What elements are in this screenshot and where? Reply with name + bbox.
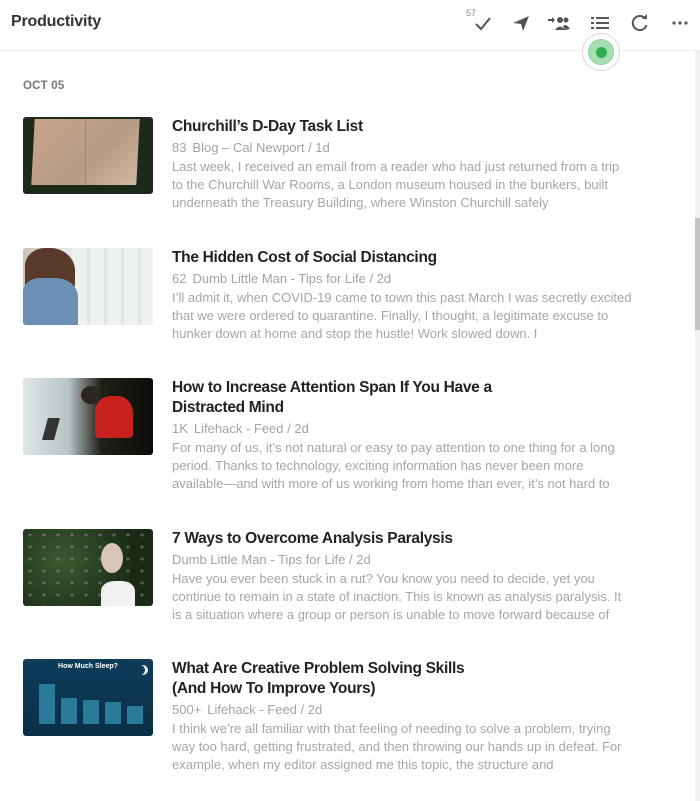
page-title: Productivity	[11, 13, 102, 30]
article-source[interactable]: Blog – Cal Newport / 1d	[192, 140, 329, 155]
send-icon	[513, 16, 529, 31]
engagement-count: 62	[172, 271, 187, 286]
article-thumbnail	[23, 378, 153, 455]
article-snippet: For many of us, it’s not natural or easy…	[172, 440, 615, 491]
article-snippet: I’ll admit it, when COVID-19 came to tow…	[172, 290, 632, 341]
status-indicator-dot	[595, 46, 607, 58]
article-source[interactable]: Dumb Little Man - Tips for Life / 2d	[172, 552, 371, 567]
engagement-count: 1K	[172, 421, 188, 436]
scrollbar-thumb[interactable]	[695, 218, 700, 330]
article-snippet: I think we’re all familiar with that fee…	[172, 721, 622, 772]
article-meta: 500+ Lifehack - Feed / 2d	[172, 702, 632, 718]
article-title[interactable]: How to Increase Attention Span If You Ha…	[172, 378, 502, 418]
article-source[interactable]: Lifehack - Feed / 2d	[207, 702, 322, 717]
send-button[interactable]	[508, 10, 534, 36]
article-thumbnail	[23, 529, 153, 606]
article-thumbnail	[23, 248, 153, 325]
more-options-button[interactable]	[667, 10, 693, 36]
article-thumbnail	[23, 117, 153, 194]
unread-count: 57	[466, 8, 477, 18]
share-people-icon	[548, 17, 570, 30]
engagement-count: 83	[172, 140, 187, 155]
engagement-count: 500+	[172, 702, 202, 717]
more-icon	[672, 21, 688, 25]
article-title[interactable]: Churchill’s D-Day Task List	[172, 117, 632, 137]
article-source[interactable]: Dumb Little Man - Tips for Life / 2d	[192, 271, 391, 286]
article-source[interactable]: Lifehack - Feed / 2d	[194, 421, 309, 436]
refresh-icon	[631, 14, 648, 32]
refresh-button[interactable]	[627, 10, 653, 36]
article-thumbnail: How Much Sleep?	[23, 659, 153, 736]
mark-as-read-button[interactable]: 57	[466, 8, 496, 36]
article-title[interactable]: 7 Ways to Overcome Analysis Paralysis	[172, 529, 632, 549]
scrollbar[interactable]	[695, 51, 700, 801]
article-meta: Dumb Little Man - Tips for Life / 2d	[172, 552, 632, 568]
article-meta: 83 Blog – Cal Newport / 1d	[172, 140, 632, 156]
list-view-icon	[591, 17, 609, 29]
article-title[interactable]: The Hidden Cost of Social Distancing	[172, 248, 632, 268]
date-section-label: OCT 05	[23, 80, 65, 92]
thumbnail-caption: How Much Sleep?	[58, 663, 118, 670]
article-snippet: Last week, I received an email from a re…	[172, 159, 620, 210]
status-indicator-ring	[588, 39, 614, 65]
checkmark-icon	[475, 17, 491, 31]
article-snippet: Have you ever been stuck in a rut? You k…	[172, 571, 622, 622]
article-title[interactable]: What Are Creative Problem Solving Skills…	[172, 659, 482, 699]
share-button[interactable]	[546, 10, 572, 36]
article-meta: 1K Lifehack - Feed / 2d	[172, 421, 632, 437]
status-indicator[interactable]	[582, 33, 620, 71]
article-meta: 62 Dumb Little Man - Tips for Life / 2d	[172, 271, 632, 287]
